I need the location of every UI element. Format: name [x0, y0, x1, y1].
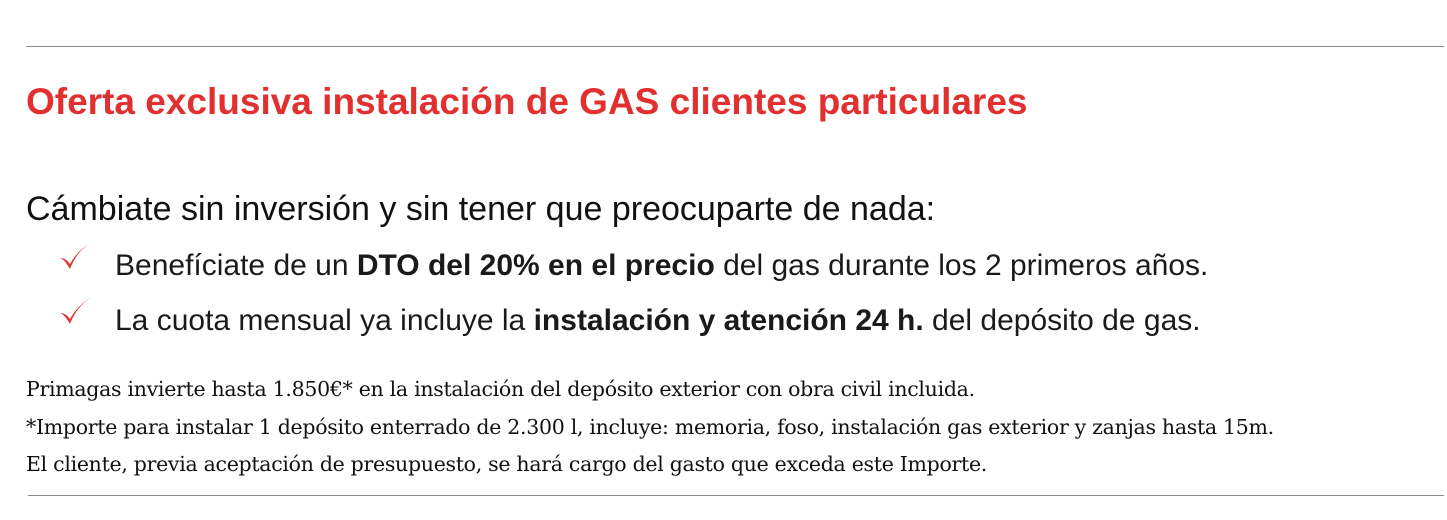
- benefit-text: La cuota mensual ya incluye la instalaci…: [115, 304, 1201, 337]
- fine-print: Primagas invierte hasta 1.850€* en la in…: [26, 371, 1274, 484]
- offer-intro: Cámbiate sin inversión y sin tener que p…: [26, 190, 936, 228]
- benefit-highlight: DTO del 20% en el precio: [356, 249, 715, 282]
- top-divider: [26, 46, 1444, 47]
- benefit-highlight: instalación y atención 24 h.: [533, 304, 924, 337]
- bottom-divider: [28, 495, 1444, 496]
- note-investment: Primagas invierte hasta 1.850€* en la in…: [26, 377, 975, 401]
- checkmark-icon: [60, 297, 91, 324]
- offer-title: Oferta exclusiva instalación de GAS clie…: [26, 81, 1028, 122]
- note-deposit-details: *Importe para instalar 1 depósito enterr…: [26, 414, 1274, 439]
- benefit-text: Benefíciate de un DTO del 20% en el prec…: [115, 249, 1209, 282]
- note-client-cost: El cliente, previa aceptación de presupu…: [26, 452, 988, 476]
- checkmark-icon: [60, 242, 91, 269]
